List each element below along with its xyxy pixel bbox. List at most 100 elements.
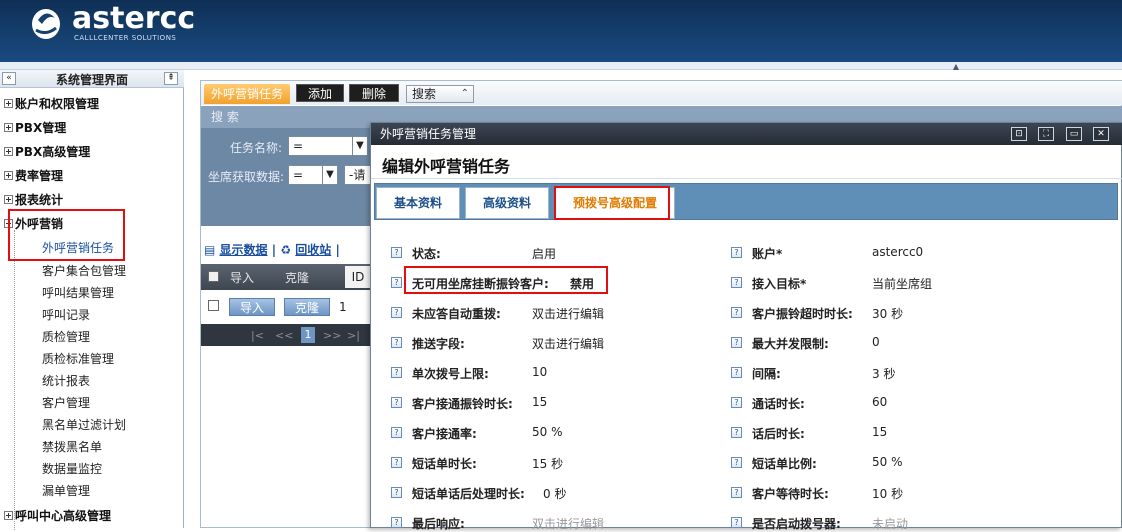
field-value[interactable]: 0	[872, 335, 880, 349]
help-icon[interactable]: ?	[731, 457, 742, 468]
recycle-bin-icon: ♻	[280, 243, 292, 257]
pager-first[interactable]: |<	[251, 329, 264, 342]
collapse-sidebar-icon[interactable]: «	[2, 72, 16, 85]
field-value[interactable]: 10 秒	[872, 485, 903, 502]
help-icon[interactable]: ?	[731, 307, 742, 318]
help-icon[interactable]: ?	[391, 367, 402, 378]
clone-button[interactable]: 克隆	[284, 298, 330, 316]
field-value[interactable]: 15 秒	[532, 455, 563, 472]
search-toggle-button[interactable]: 搜索 ⌃	[406, 85, 474, 103]
field-label: 账户*	[752, 247, 783, 261]
import-button[interactable]: 导入	[229, 298, 275, 316]
field-label: 是否启动拨号器:	[752, 517, 841, 531]
pager-current[interactable]: 1	[301, 327, 315, 343]
field-value[interactable]: 60	[872, 395, 887, 409]
field-value[interactable]: 启用	[532, 245, 556, 262]
sidebar-group-reports[interactable]: 报表统计	[4, 191, 63, 208]
select-all-checkbox[interactable]	[208, 271, 219, 282]
help-icon[interactable]: ?	[731, 487, 742, 498]
minimize-icon[interactable]: ▭	[1066, 127, 1082, 141]
pager-prev[interactable]: <<	[275, 329, 293, 342]
sidebar-item-blacklist-plan[interactable]: 黑名单过滤计划	[42, 416, 126, 433]
close-icon[interactable]: ✕	[1093, 127, 1109, 141]
edit-task-dialog: 外呼营销任务管理 ⊡ ⛶ ▭ ✕ 编辑外呼营销任务 基本资料 高级资料 预拨号高…	[370, 122, 1122, 531]
recycle-bin-link[interactable]: 回收站	[295, 243, 331, 257]
delete-button[interactable]: 删除	[349, 84, 399, 102]
header-collapse-handle[interactable]: ▲	[940, 62, 972, 71]
field-value[interactable]: 50 %	[872, 455, 903, 469]
field-value[interactable]: 15	[872, 425, 887, 439]
help-icon[interactable]: ?	[731, 517, 742, 528]
sidebar-item-call-records[interactable]: 呼叫记录	[42, 306, 90, 323]
field-value[interactable]: 0 秒	[543, 485, 566, 502]
sidebar-group-account[interactable]: 账户和权限管理	[4, 95, 99, 112]
sidebar-group-rates[interactable]: 费率管理	[4, 167, 63, 184]
highlight-hangup-field	[404, 266, 608, 294]
sidebar-item-quality[interactable]: 质检管理	[42, 328, 90, 345]
field-value[interactable]: 30 秒	[872, 305, 903, 322]
tab-advanced-info[interactable]: 高级资料	[465, 187, 549, 219]
maximize-icon[interactable]: ⛶	[1038, 127, 1054, 141]
help-icon[interactable]: ?	[391, 517, 402, 528]
pin-icon[interactable]: ⇞	[164, 72, 178, 85]
help-icon[interactable]: ?	[391, 427, 402, 438]
row-checkbox[interactable]	[208, 300, 219, 311]
help-icon[interactable]: ?	[391, 247, 402, 258]
expand-icon	[4, 123, 13, 132]
field-label: 最大并发限制:	[752, 337, 829, 351]
sidebar-group-callcenter-advanced[interactable]: 呼叫中心高级管理	[4, 507, 111, 524]
add-button[interactable]: 添加	[296, 84, 344, 102]
field-value[interactable]: astercc0	[872, 245, 923, 259]
field-value[interactable]: 50 %	[532, 425, 563, 439]
sidebar-item-missed-orders[interactable]: 漏单管理	[42, 482, 90, 499]
field-value[interactable]: 3 秒	[872, 365, 895, 382]
field-label: 话后时长:	[752, 427, 805, 441]
help-icon[interactable]: ?	[731, 367, 742, 378]
sidebar-item-blacklist[interactable]: 禁拨黑名单	[42, 438, 102, 455]
agent-data-operator-select[interactable]: =	[288, 165, 324, 185]
tab-basic-info[interactable]: 基本资料	[376, 187, 460, 219]
restore-icon[interactable]: ⊡	[1011, 127, 1027, 141]
field-value[interactable]: 双击进行编辑	[532, 335, 604, 352]
show-data-link[interactable]: 显示数据	[220, 243, 268, 257]
app-header: astercc CALLLCENTER SOLUTIONS	[0, 0, 1122, 62]
field-label: 短话单比例:	[752, 457, 817, 471]
sidebar-item-data-monitor[interactable]: 数据量监控	[42, 460, 102, 477]
column-id[interactable]: ID	[345, 266, 371, 288]
help-icon[interactable]: ?	[731, 397, 742, 408]
expand-icon	[4, 147, 13, 156]
sidebar-item-customers[interactable]: 客户管理	[42, 394, 90, 411]
help-icon[interactable]: ?	[391, 457, 402, 468]
field-value[interactable]: 未启动	[872, 515, 908, 532]
sidebar-item-customer-package[interactable]: 客户集合包管理	[42, 262, 126, 279]
help-icon[interactable]: ?	[731, 337, 742, 348]
sidebar-item-quality-standard[interactable]: 质检标准管理	[42, 350, 114, 367]
table-row[interactable]: 导入 克隆 1	[201, 294, 391, 322]
agent-data-label: 坐席获取数据:	[208, 170, 285, 184]
tab-outbound-task[interactable]: 外呼营销任务	[204, 84, 290, 104]
help-icon[interactable]: ?	[391, 487, 402, 498]
field-value[interactable]: 双击进行编辑	[532, 515, 604, 532]
field-value[interactable]: 10	[532, 365, 547, 379]
help-icon[interactable]: ?	[731, 277, 742, 288]
pager-last[interactable]: >|	[347, 329, 360, 342]
field-label: 单次拨号上限:	[412, 367, 489, 381]
pager-next[interactable]: >>	[323, 329, 341, 342]
sidebar-item-call-result[interactable]: 呼叫结果管理	[42, 284, 114, 301]
field-value[interactable]: 双击进行编辑	[532, 305, 604, 322]
expand-icon	[4, 99, 13, 108]
help-icon[interactable]: ?	[391, 307, 402, 318]
task-name-operator-select[interactable]: =	[288, 136, 354, 156]
field-value[interactable]: 当前坐席组	[872, 275, 932, 292]
sidebar-group-pbx-advanced[interactable]: PBX高级管理	[4, 143, 90, 160]
help-icon[interactable]: ?	[391, 277, 402, 288]
help-icon[interactable]: ?	[391, 397, 402, 408]
chevron-down-icon[interactable]: ▼	[352, 136, 368, 156]
help-icon[interactable]: ?	[731, 427, 742, 438]
sidebar-item-stat-report[interactable]: 统计报表	[42, 372, 90, 389]
field-value[interactable]: 15	[532, 395, 547, 409]
sidebar-group-pbx[interactable]: PBX管理	[4, 119, 66, 136]
chevron-down-icon[interactable]: ▼	[322, 165, 338, 185]
help-icon[interactable]: ?	[391, 337, 402, 348]
help-icon[interactable]: ?	[731, 247, 742, 258]
